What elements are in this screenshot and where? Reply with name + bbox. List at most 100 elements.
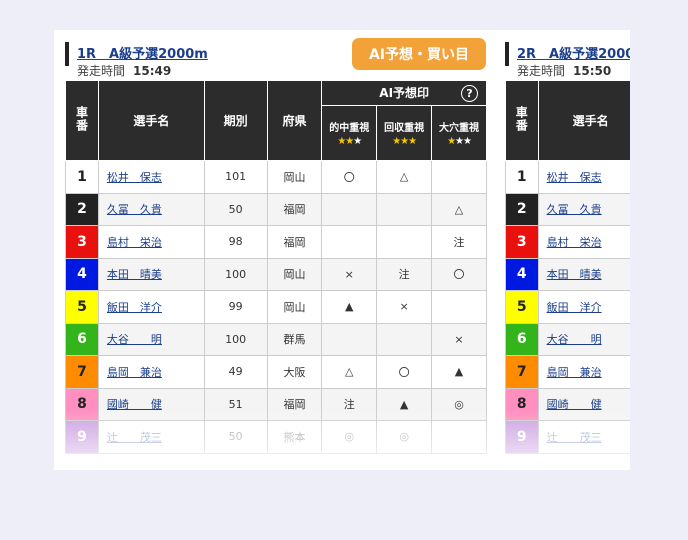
table-row: 7 島岡 兼治 (505, 355, 630, 389)
prefecture-cell: 福岡 (266, 225, 323, 259)
table-row: 1 松井 保志 101 岡山〇 △ (65, 160, 487, 194)
ai-mark-header-label: AI予想印 (379, 86, 430, 100)
race-card-2r: 2R A級予選2000 発走時間 15:50 車番 選手名 1 松井 保志 2 久冨 久… (505, 30, 630, 454)
prefecture-cell: 福岡 (266, 387, 323, 421)
racer-name-link[interactable]: 松井 保志 (537, 160, 630, 194)
accuracy-mark: 〇 (321, 160, 378, 194)
car-number: 1 (65, 160, 99, 194)
car-number: 6 (505, 322, 539, 356)
racer-name-link[interactable]: 飯田 洋介 (97, 290, 205, 324)
term-cell: 50 (203, 420, 268, 454)
race-title-link[interactable]: 2R A級予選2000 (517, 43, 630, 62)
racer-name-header: 選手名 (537, 80, 630, 161)
table-row: 8 國崎 健 (505, 387, 630, 421)
table-row: 4 本田 晴美 (505, 257, 630, 291)
table-row: 9辻 茂三 50 熊本 ◎ ◎ (65, 420, 487, 454)
car-number: 4 (65, 257, 99, 291)
ai-prediction-button[interactable]: AI予想・買い目 (352, 38, 486, 70)
longshot-mark (431, 420, 487, 454)
racer-name-link[interactable]: 國崎 健 (97, 387, 205, 421)
star-rating-icon: ★★★ (337, 136, 362, 147)
racer-name-link[interactable]: 國崎 健 (537, 387, 630, 421)
racer-name-link[interactable]: 久冨 久貴 (537, 192, 630, 226)
car-number-header: 車番 (65, 80, 99, 161)
car-number: 5 (65, 290, 99, 324)
car-number: 2 (505, 192, 539, 226)
racer-name-link[interactable]: 本田 晴美 (97, 257, 205, 291)
prefecture-cell: 岡山 (266, 257, 323, 291)
term-cell: 101 (203, 160, 268, 194)
car-number: 1 (505, 160, 539, 194)
table-row: 5 飯田 洋介 99 岡山 ▲ × (65, 290, 487, 324)
car-number: 7 (65, 355, 99, 389)
racer-name-link[interactable]: 大谷 明 (97, 322, 205, 356)
accuracy-mark (321, 225, 378, 259)
race-header: 2R A級予選2000 発走時間 15:50 (505, 30, 630, 80)
accuracy-mark: 注 (321, 387, 378, 421)
start-time-value: 15:50 (573, 64, 612, 78)
entry-table: 車番 選手名 1 松井 保志 2 久冨 久貴 3 島村 栄治 4 本田 晴美 5 飯田 洋介 6 大谷… (505, 80, 630, 454)
race-title-link[interactable]: 1R A級予選2000m (77, 43, 208, 62)
table-row: 4 本田 晴美 100 岡山 × 注〇 (65, 257, 487, 291)
car-number: 4 (505, 257, 539, 291)
race-card-scroller[interactable]: 1R A級予選2000m 発走時間 15:49 AI予想・買い目 車番 選手名 期… (54, 30, 630, 470)
term-cell: 51 (203, 387, 268, 421)
term-cell: 99 (203, 290, 268, 324)
return-mark: ▲ (376, 387, 433, 421)
table-row: 6 大谷 明 (505, 322, 630, 356)
table-row: 2 久冨 久貴 (505, 192, 630, 226)
term-cell: 50 (203, 192, 268, 226)
table-row: 6 大谷 明 100 群馬 × (65, 322, 487, 356)
accuracy-mark: ◎ (321, 420, 378, 454)
ai-mark-header: AI予想印? (321, 80, 487, 106)
accuracy-mark (321, 322, 378, 356)
car-number: 5 (505, 290, 539, 324)
racer-name-link[interactable]: 島岡 兼治 (537, 355, 630, 389)
table-row: 5 飯田 洋介 (505, 290, 630, 324)
header-accent-bar (505, 42, 509, 66)
racer-name-link[interactable]: 辻 茂三 (537, 420, 630, 454)
racer-name-link[interactable]: 島村 栄治 (97, 225, 205, 259)
racer-name-link[interactable]: 辻 茂三 (97, 420, 205, 454)
return-mark: ◎ (376, 420, 433, 454)
table-row: 3 島村 栄治 (505, 225, 630, 259)
entry-table: 車番 選手名 期別 府県 AI予想印? 的中重視 ★★★ 回収重視 ★★★ 大穴重視… (65, 80, 487, 454)
return-mark: 〇 (376, 355, 433, 389)
longshot-mark: 注 (431, 225, 487, 259)
table-row: 8 國崎 健 51 福岡注 ▲ ◎ (65, 387, 487, 421)
racer-name-link[interactable]: 大谷 明 (537, 322, 630, 356)
car-number: 9 (505, 420, 539, 454)
start-time-label: 発走時間 (77, 64, 126, 78)
term-cell: 49 (203, 355, 268, 389)
star-rating-icon: ★★★ (447, 136, 472, 147)
return-mark: △ (376, 160, 433, 194)
racer-name-link[interactable]: 松井 保志 (97, 160, 205, 194)
prefecture-header: 府県 (266, 80, 323, 161)
racer-name-link[interactable]: 久冨 久貴 (97, 192, 205, 226)
car-number: 6 (65, 322, 99, 356)
race-header: 1R A級予選2000m 発走時間 15:49 AI予想・買い目 (65, 30, 487, 80)
longshot-mark: 〇 (431, 257, 487, 291)
racer-name-link[interactable]: 島村 栄治 (537, 225, 630, 259)
racer-name-header: 選手名 (97, 80, 205, 161)
prefecture-cell: 群馬 (266, 322, 323, 356)
car-number: 8 (65, 387, 99, 421)
accuracy-mark (321, 192, 378, 226)
racer-name-link[interactable]: 島岡 兼治 (97, 355, 205, 389)
longshot-mark: × (431, 322, 487, 356)
accuracy-mark: ▲ (321, 290, 378, 324)
racer-name-link[interactable]: 本田 晴美 (537, 257, 630, 291)
race-card-1r: 1R A級予選2000m 発走時間 15:49 AI予想・買い目 車番 選手名 期… (65, 30, 487, 454)
racer-name-link[interactable]: 飯田 洋介 (537, 290, 630, 324)
car-number: 8 (505, 387, 539, 421)
car-number: 3 (505, 225, 539, 259)
table-row: 1 松井 保志 (505, 160, 630, 194)
prefecture-cell: 福岡 (266, 192, 323, 226)
start-time: 発走時間 15:49 (77, 62, 171, 79)
term-cell: 98 (203, 225, 268, 259)
term-cell: 100 (203, 322, 268, 356)
help-icon[interactable]: ? (461, 85, 478, 102)
car-number: 3 (65, 225, 99, 259)
accuracy-mark: △ (321, 355, 378, 389)
return-mark (376, 225, 433, 259)
